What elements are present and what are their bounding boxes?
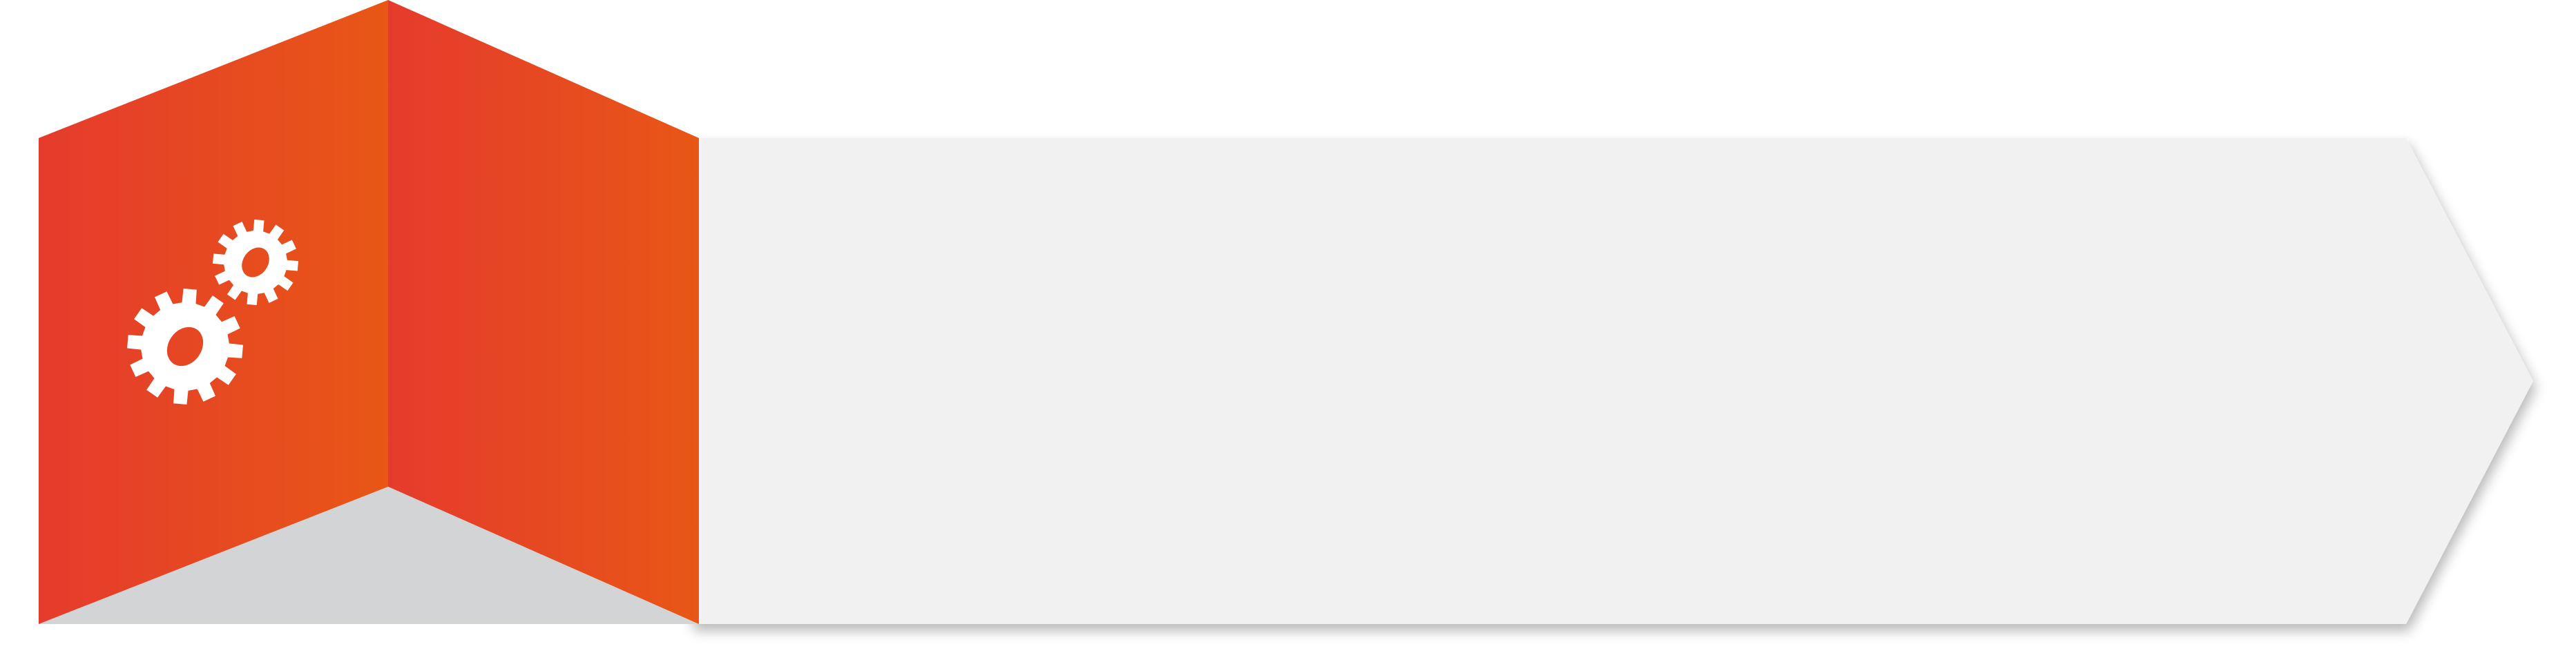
arrow-banner bbox=[691, 138, 2533, 624]
infographic-canvas bbox=[39, 0, 2533, 624]
infographic-step-banner bbox=[0, 0, 2576, 671]
